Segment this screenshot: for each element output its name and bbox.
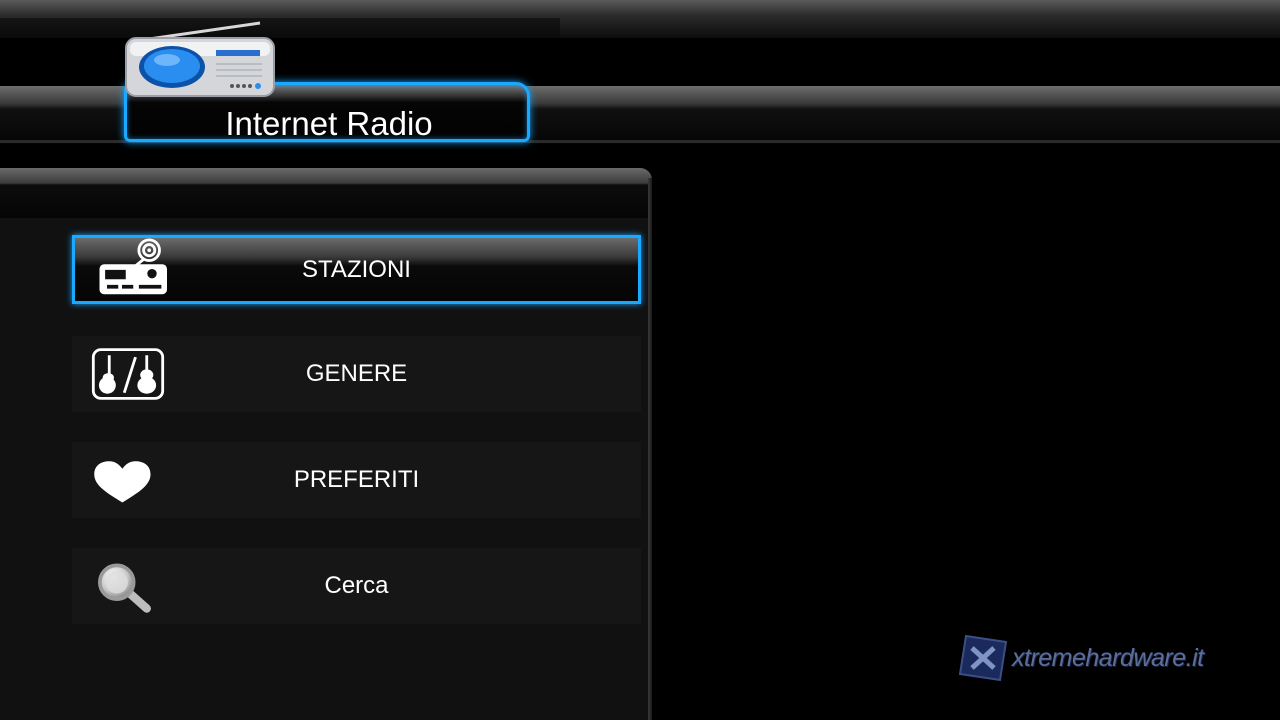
menu-item-label: STAZIONI bbox=[302, 255, 411, 283]
menu-item-genere[interactable]: GENERE bbox=[72, 336, 641, 412]
radio-icon bbox=[125, 21, 275, 97]
watermark-text: xtremehardware.it bbox=[1012, 644, 1204, 672]
menu-panel-edge bbox=[648, 178, 652, 720]
menu-item-label: PREFERITI bbox=[293, 466, 420, 493]
page-title: Internet Radio bbox=[225, 105, 433, 142]
menu-item-preferiti[interactable]: PREFERITI bbox=[72, 442, 641, 518]
menu-item-cerca[interactable]: Cerca bbox=[72, 548, 641, 624]
menu-panel-header bbox=[0, 168, 652, 218]
screen: Internet Radio STAZIONI GENERE PREFERITI… bbox=[0, 0, 1280, 720]
menu-item-label: Cerca bbox=[324, 572, 389, 599]
menu-item-stazioni[interactable]: STAZIONI bbox=[72, 235, 641, 304]
top-bar-shade bbox=[0, 18, 560, 38]
menu-item-label: GENERE bbox=[305, 360, 408, 387]
x-logo-icon bbox=[958, 634, 1008, 682]
